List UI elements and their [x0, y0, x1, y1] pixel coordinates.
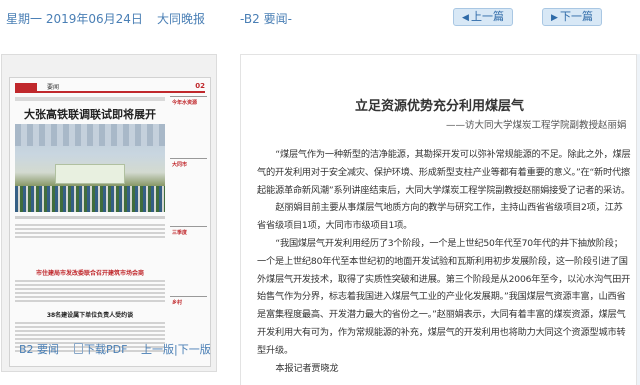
thumb-logo	[15, 83, 37, 91]
prev-article-label: 上一篇	[470, 10, 504, 23]
thumb-side-head-1: 今年水资源	[172, 100, 198, 106]
article-subtitle: ——访大同大学煤炭工程学院副教授赵丽娟	[446, 120, 627, 131]
article-byline: 本报记者贾晓龙	[275, 362, 339, 374]
article-title: 立足资源优势充分利用煤层气	[354, 99, 524, 114]
thumb-subheadline-2: 38名建设属下单位负责人受约谈	[46, 312, 134, 319]
prev-edition-link[interactable]: 上一版	[141, 341, 174, 357]
thumb-kicker	[15, 97, 165, 101]
thumb-text-block-1	[15, 224, 165, 240]
edition-label: -B2 要闻-	[240, 12, 292, 26]
thumb-masthead: 要闻 02	[15, 82, 205, 93]
article-paragraph: “煤层气作为一种新型的洁净能源，其勘探开发可以弥补常规能源的不足。除此之外，煤层…	[257, 149, 631, 196]
thumb-photo	[15, 124, 165, 212]
top-bar: 星期一 2019年06月24日 大同晚报 -B2 要闻- ◀ 上一篇 ▶ 下一篇	[0, 0, 640, 34]
issue-date: 星期一 2019年06月24日	[6, 12, 143, 26]
article-panel: 立足资源优势充分利用煤层气 ——访大同大学煤炭工程学院副教授赵丽娟 “煤层气作为…	[240, 54, 637, 385]
thumb-side-head-2: 大同市	[172, 162, 188, 168]
thumb-headline: 大张高铁联调联试即将展开	[24, 108, 156, 121]
page-thumbnail-panel: 要闻 02 大张高铁联调联试即将展开 市住建局市发改委联合召开建筑市场会商 38…	[1, 54, 217, 372]
page-thumbnail[interactable]: 要闻 02 大张高铁联调联试即将展开 市住建局市发改委联合召开建筑市场会商 38…	[9, 77, 211, 367]
thumb-photo-caption	[15, 216, 165, 219]
next-article-button[interactable]: ▶ 下一篇	[542, 8, 602, 26]
next-article-label: 下一篇	[559, 10, 593, 23]
thumb-text-block-2	[15, 280, 165, 304]
edition-link[interactable]: B2 要闻	[19, 341, 59, 357]
download-pdf-label: 下载PDF	[84, 343, 128, 356]
thumb-side-head-3: 三季度	[172, 230, 188, 236]
arrow-left-icon: ◀	[462, 13, 469, 23]
arrow-right-icon: ▶	[551, 13, 558, 23]
download-pdf-link[interactable]: 下载PDF	[74, 341, 127, 357]
newspaper-name[interactable]: 大同晚报	[157, 10, 205, 27]
next-edition-label: 下一版	[177, 343, 211, 356]
article-body: “煤层气作为一种新型的洁净能源，其勘探开发可以弥补常规能源的不足。除此之外，煤层…	[257, 146, 631, 377]
thumb-section: 要闻	[47, 84, 60, 91]
thumb-subheadline-1: 市住建局市发改委联合召开建筑市场会商	[35, 270, 144, 277]
page-nav-footer: B2 要闻 下载PDF 上一版 |下一版	[1, 338, 217, 356]
next-edition-link[interactable]: |下一版	[174, 341, 211, 357]
article-paragraph: 赵丽娟目前主要从事煤层气地质方向的教学与研究工作，主持山西省省级项目2项，江苏省…	[257, 202, 623, 232]
thumb-side-head-4: 乡村	[172, 300, 183, 306]
pdf-icon	[74, 343, 83, 354]
thumb-page-number: 02	[195, 82, 205, 90]
prev-article-button[interactable]: ◀ 上一篇	[453, 8, 513, 26]
thumb-side-column: 今年水资源 大同市 三季度 乡村	[170, 96, 207, 358]
article-paragraph: “我国煤层气开发利用经历了3个阶段，一个是上世纪50年代至70年代的井下抽放阶段…	[257, 237, 631, 356]
